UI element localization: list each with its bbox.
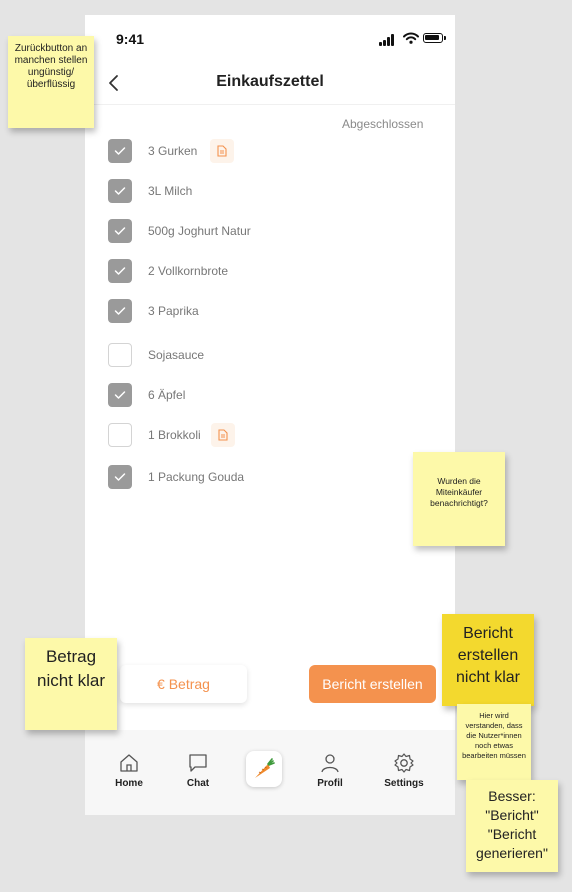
tab-home[interactable]: Home: [99, 752, 159, 802]
checkbox-checked[interactable]: [108, 383, 132, 407]
status-time: 9:41: [116, 31, 145, 47]
gear-icon: [394, 753, 414, 773]
tab-bar: Home Chat Profil Settings: [85, 730, 455, 815]
sticky-note-report-unclear: Bericht erstellen nicht klar: [442, 614, 534, 706]
checkbox-unchecked[interactable]: [108, 343, 132, 367]
list-item[interactable]: 1 Packung Gouda: [108, 465, 408, 491]
check-icon: [114, 307, 126, 315]
list-item[interactable]: 2 Vollkornbrote: [108, 259, 408, 285]
page-title: Einkaufszettel: [216, 73, 324, 90]
home-icon: [120, 754, 138, 772]
sticky-note-notified: Wurden die Miteinkäufer benachrichtigt?: [413, 452, 505, 546]
battery-icon: [423, 33, 446, 43]
note-icon[interactable]: [211, 423, 235, 447]
item-label: 3L Milch: [148, 184, 193, 198]
item-label: 500g Joghurt Natur: [148, 224, 251, 238]
carrot-button[interactable]: [246, 751, 282, 787]
list-item[interactable]: 1 Brokkoli: [108, 423, 408, 449]
checkbox-checked[interactable]: [108, 299, 132, 323]
list-item[interactable]: 3L Milch: [108, 179, 408, 205]
chat-icon: [189, 754, 207, 772]
status-icons: [379, 32, 446, 46]
list-item[interactable]: 500g Joghurt Natur: [108, 219, 408, 245]
check-icon: [114, 473, 126, 481]
check-icon: [114, 227, 126, 235]
section-label-completed: Abgeschlossen: [342, 117, 424, 131]
checkbox-checked[interactable]: [108, 465, 132, 489]
checkbox-checked[interactable]: [108, 219, 132, 243]
status-bar: 9:41: [85, 15, 455, 61]
item-label: 1 Brokkoli: [148, 428, 201, 442]
user-icon: [321, 754, 339, 773]
list-item[interactable]: 3 Gurken: [108, 139, 408, 165]
carrot-icon: [255, 758, 275, 778]
item-label: Sojasauce: [148, 348, 205, 362]
check-icon: [114, 391, 126, 399]
nav-bar: Einkaufszettel: [85, 61, 455, 105]
sticky-note-amount-unclear: Betrag nicht klar: [25, 638, 117, 730]
item-label: 6 Äpfel: [148, 388, 186, 402]
tab-chat[interactable]: Chat: [168, 752, 228, 802]
sticky-note-better: Besser: "Bericht" "Bericht generieren": [466, 780, 558, 872]
checkbox-checked[interactable]: [108, 259, 132, 283]
list-item[interactable]: Sojasauce: [108, 343, 408, 369]
sticky-note-back-button: Zurückbutton an manchen stellen ungünsti…: [8, 36, 94, 128]
tab-settings[interactable]: Settings: [374, 752, 434, 802]
tab-label: Settings: [384, 778, 424, 789]
checkbox-unchecked[interactable]: [108, 423, 132, 447]
tab-label: Profil: [317, 778, 343, 789]
item-label: 1 Packung Gouda: [148, 470, 245, 484]
list-item[interactable]: 6 Äpfel: [108, 383, 408, 409]
checkbox-checked[interactable]: [108, 139, 132, 163]
phone-screen: 9:41 Einkaufszettel Abgeschlossen 3 Gurk…: [85, 15, 455, 815]
tab-label: Home: [115, 778, 143, 789]
item-label: 3 Gurken: [148, 144, 198, 158]
item-label: 3 Paprika: [148, 304, 199, 318]
wifi-icon: [403, 32, 419, 44]
sticky-note-understood: Hier wird verstanden, dass die Nutzer*in…: [457, 704, 531, 780]
tab-profile[interactable]: Profil: [300, 752, 360, 802]
list-item[interactable]: 3 Paprika: [108, 299, 408, 325]
item-label: 2 Vollkornbrote: [148, 264, 229, 278]
tab-label: Chat: [186, 778, 210, 789]
check-icon: [114, 267, 126, 275]
checkbox-checked[interactable]: [108, 179, 132, 203]
check-icon: [114, 187, 126, 195]
check-icon: [114, 147, 126, 155]
note-icon[interactable]: [210, 139, 234, 163]
amount-button[interactable]: € Betrag: [120, 665, 247, 703]
create-report-button[interactable]: Bericht erstellen: [309, 665, 436, 703]
